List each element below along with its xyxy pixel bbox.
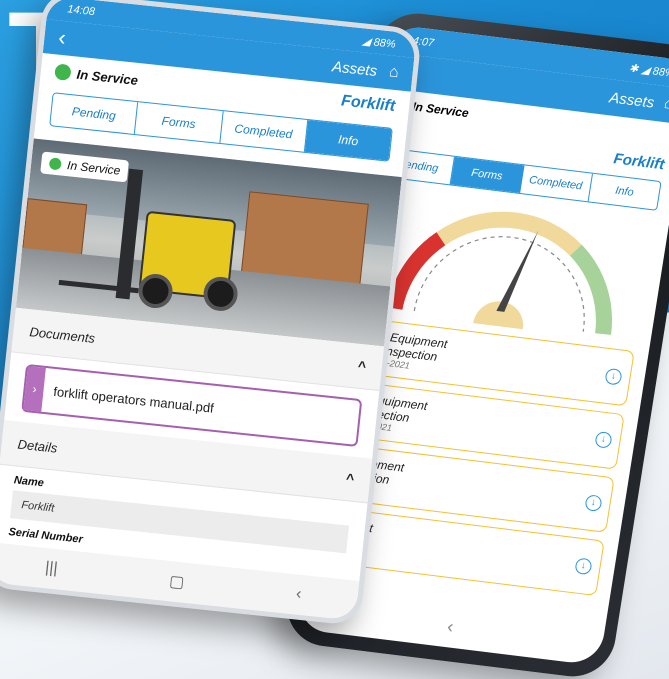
cloud-download-icon[interactable]: ↓ — [604, 367, 623, 386]
cloud-download-icon[interactable]: ↓ — [584, 494, 603, 512]
cloud-download-icon[interactable]: ↓ — [574, 557, 593, 576]
back-nav-icon[interactable]: ‹ — [295, 585, 302, 603]
details-heading: Details — [17, 436, 59, 456]
status-indicator: In Service — [54, 63, 139, 88]
status-dot-icon — [54, 63, 72, 81]
tab-forms[interactable]: Forms — [450, 156, 524, 193]
back-arrow-icon[interactable]: ‹ — [57, 25, 67, 51]
front-phone: 14:08 ◢ 88% ‹ Assets ⌂ In Service Forkli… — [0, 0, 423, 627]
tab-forms[interactable]: Forms — [135, 102, 224, 143]
gauge-hub — [473, 301, 524, 330]
chevron-right-icon: › — [23, 366, 46, 412]
document-name: forklift operators manual.pdf — [52, 383, 215, 416]
tab-completed[interactable]: Completed — [519, 165, 593, 202]
status-icons: ◢ 88% — [361, 34, 397, 51]
gauge-yellow-arc — [436, 211, 582, 256]
tab-pending[interactable]: Pending — [50, 93, 139, 135]
tab-info[interactable]: Info — [588, 174, 660, 210]
chevron-up-icon[interactable]: ^ — [357, 358, 367, 375]
status-label: In Service — [76, 66, 139, 88]
tab-info[interactable]: Info — [304, 120, 392, 161]
gauge-needle — [496, 230, 539, 312]
gauge-chart — [386, 211, 612, 335]
gauge-red-arc — [386, 232, 446, 310]
home-icon[interactable]: ⌂ — [388, 63, 399, 82]
home-nav-icon[interactable]: ▢ — [168, 571, 185, 592]
header-title: Assets — [608, 88, 656, 112]
header-title: Assets — [331, 57, 378, 80]
status-time: 14:08 — [66, 3, 96, 19]
status-label: In Service — [411, 99, 470, 121]
gauge-green-arc — [569, 244, 612, 335]
asset-name: Forklift — [340, 92, 397, 116]
recents-icon[interactable]: ||| — [44, 559, 58, 578]
front-phone-screen: 14:08 ◢ 88% ‹ Assets ⌂ In Service Forkli… — [0, 0, 417, 621]
photo-badge-label: In Service — [66, 158, 121, 178]
status-icons: ✱ ◢ 88% — [628, 62, 669, 80]
home-icon[interactable]: ⌂ — [663, 95, 669, 114]
tab-completed[interactable]: Completed — [219, 111, 308, 152]
chevron-up-icon[interactable]: ^ — [345, 470, 355, 487]
documents-heading: Documents — [28, 323, 96, 346]
status-dot-icon — [48, 157, 62, 171]
cloud-download-icon[interactable]: ↓ — [594, 431, 613, 449]
